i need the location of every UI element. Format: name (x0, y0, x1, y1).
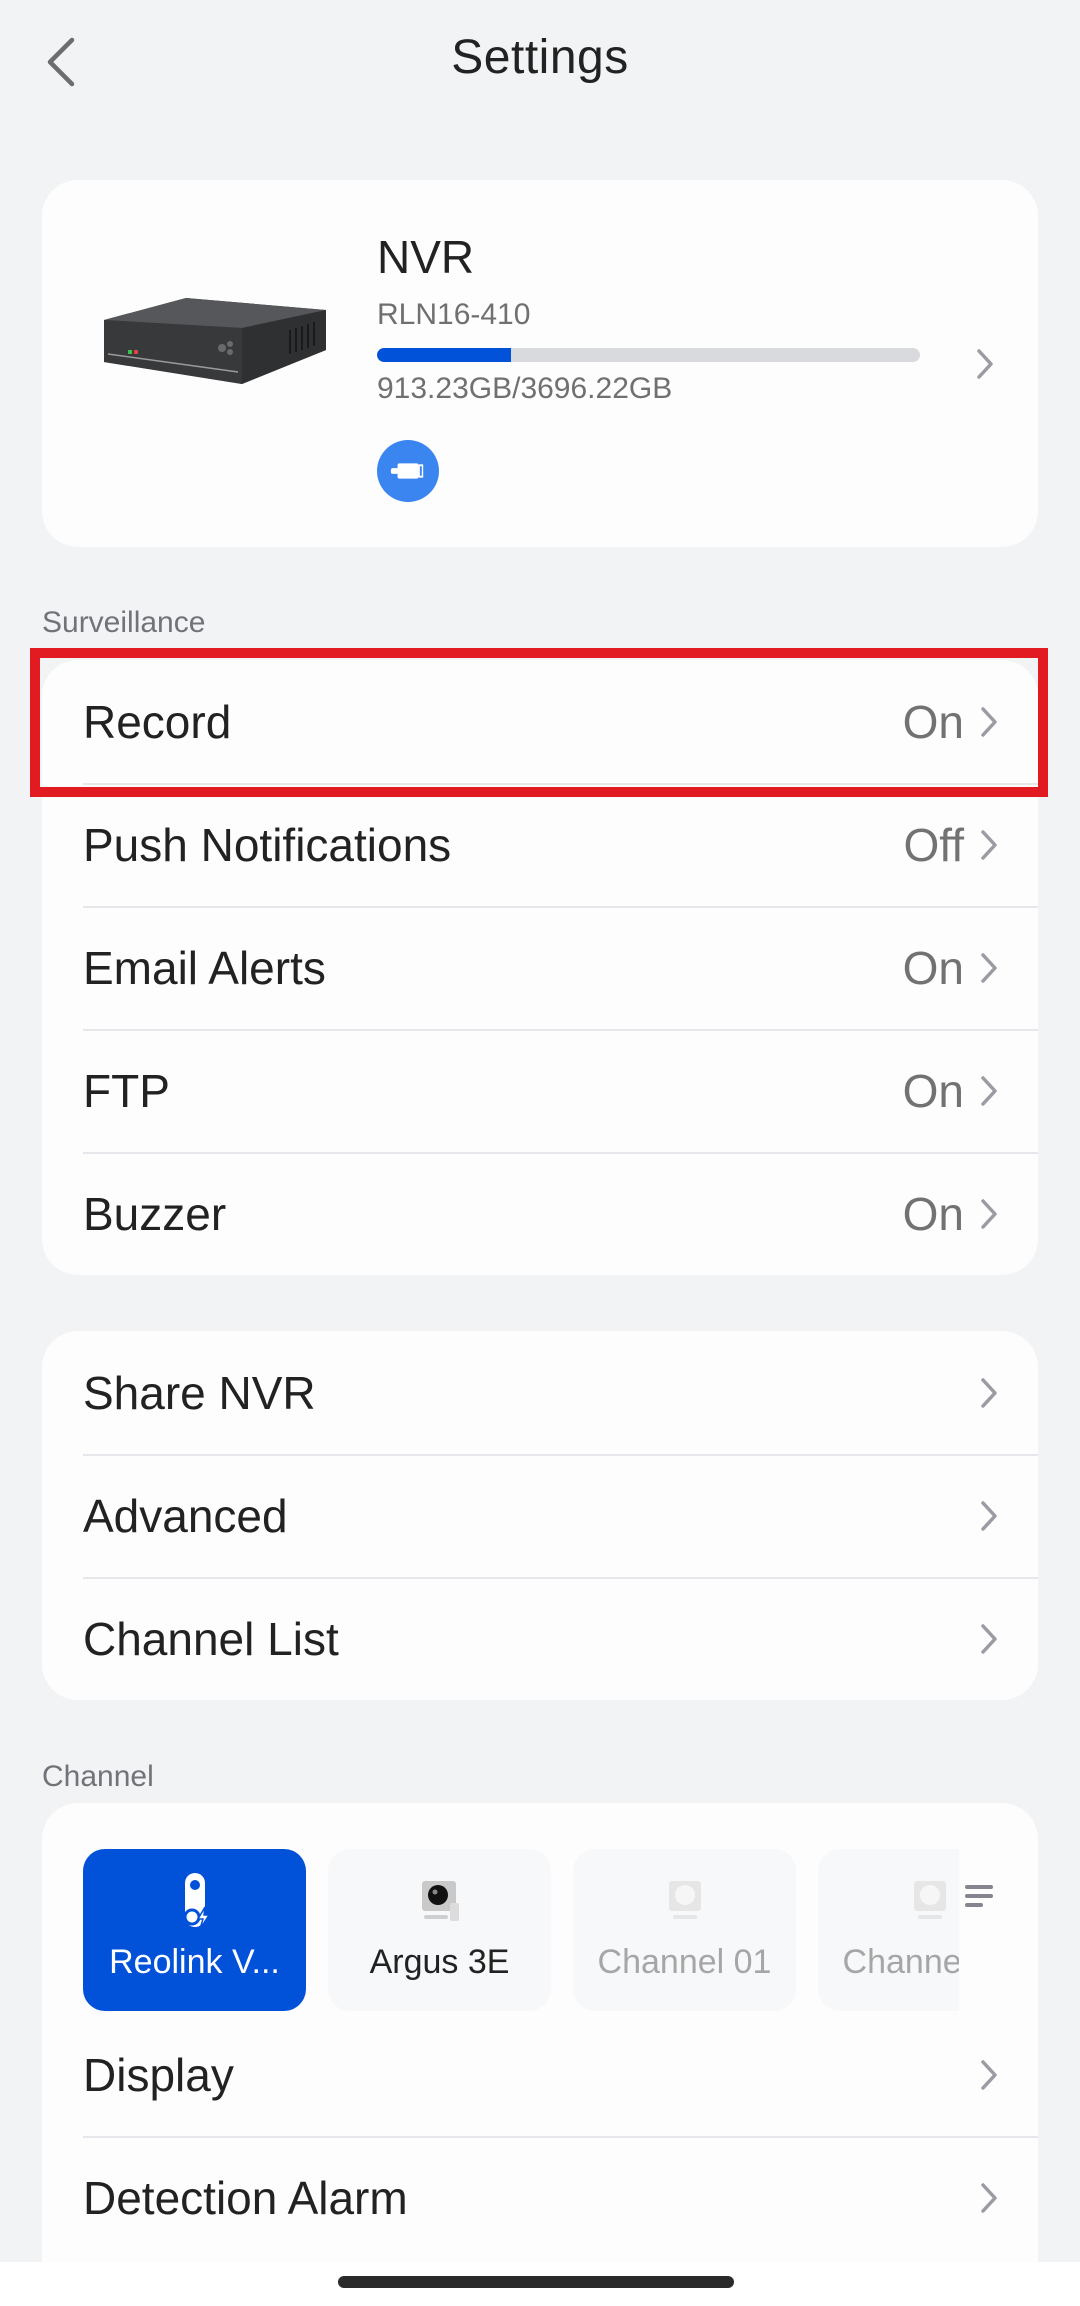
device-name: NVR (377, 231, 475, 283)
list-menu-icon[interactable] (962, 1879, 996, 1913)
section-label-channel: Channel (42, 1760, 154, 1793)
chevron-right-icon (981, 1075, 997, 1106)
doorbell-battery-icon (183, 1873, 210, 1930)
settings-row-channel-list[interactable]: Channel List (42, 1577, 1038, 1700)
channel-chip[interactable]: Argus 3E (328, 1849, 551, 2011)
row-label: FTP (83, 1064, 170, 1117)
storage-usage-text: 913.23GB/3696.22GB (377, 372, 673, 405)
chevron-right-icon (977, 349, 993, 379)
nvr-device-icon (104, 298, 326, 384)
chevron-right-icon (981, 952, 997, 983)
page-title: Settings (451, 31, 629, 84)
channel-selector: Reolink V... Argus 3E Channel 01 Channel (42, 1803, 1038, 2013)
row-label: Advanced (83, 1489, 288, 1542)
general-card: Share NVR Advanced Channel List (42, 1331, 1038, 1700)
row-label: Buzzer (83, 1187, 227, 1240)
chevron-right-icon (981, 706, 997, 737)
camera-offline-icon (668, 1881, 701, 1919)
chip-label: Argus 3E (369, 1943, 510, 1981)
chevron-right-icon (981, 1500, 997, 1531)
connection-badge (377, 440, 439, 502)
channel-chip[interactable]: Channel 01 (573, 1849, 796, 2011)
surveillance-card: Record On Push Notifications Off Email A… (42, 660, 1038, 1275)
storage-progress-fill (377, 348, 512, 362)
chip-label: Channel 01 (597, 1943, 772, 1981)
channel-chip-selected[interactable]: Reolink V... (83, 1849, 306, 2011)
row-label: Share NVR (83, 1366, 316, 1419)
top-nav-bar: Settings (0, 0, 1080, 130)
settings-row-ftp[interactable]: FTP On (42, 1029, 1038, 1152)
chevron-right-icon (981, 1377, 997, 1408)
settings-row-advanced[interactable]: Advanced (42, 1454, 1038, 1577)
row-label: Push Notifications (83, 818, 452, 871)
device-model: RLN16-410 (377, 298, 531, 331)
settings-row-email-alerts[interactable]: Email Alerts On (42, 906, 1038, 1029)
settings-row-push-notifications[interactable]: Push Notifications Off (42, 783, 1038, 906)
settings-row-share-nvr[interactable]: Share NVR (42, 1331, 1038, 1454)
settings-row-record[interactable]: Record On (42, 660, 1038, 783)
settings-row-display[interactable]: Display (42, 2013, 1038, 2136)
settings-row-detection-alarm[interactable]: Detection Alarm (42, 2136, 1038, 2259)
row-value: On (902, 695, 964, 748)
row-label: Display (83, 2048, 234, 2101)
chevron-right-icon (981, 1198, 997, 1229)
system-bottom-bar (0, 2262, 1080, 2306)
home-indicator[interactable] (338, 2276, 734, 2288)
chevron-right-icon (981, 2059, 997, 2090)
chevron-right-icon (981, 829, 997, 860)
row-value: Off (903, 818, 964, 871)
row-label: Channel List (83, 1612, 339, 1665)
row-label: Detection Alarm (83, 2171, 408, 2224)
channel-card: Reolink V... Argus 3E Channel 01 Channel… (42, 1803, 1038, 2306)
row-value: On (902, 1064, 964, 1117)
chevron-right-icon (981, 2182, 997, 2213)
storage-progress-bar (377, 348, 920, 362)
camera-offline-icon (913, 1881, 946, 1919)
battery-camera-icon (421, 1881, 459, 1921)
row-value: On (902, 1187, 964, 1240)
chevron-right-icon (981, 1623, 997, 1654)
row-value: On (902, 941, 964, 994)
chip-strip-fade (959, 1849, 997, 2011)
row-label: Record (83, 695, 232, 748)
device-card[interactable]: NVR RLN16-410 913.23GB/3696.22GB (42, 180, 1038, 547)
settings-row-buzzer[interactable]: Buzzer On (42, 1152, 1038, 1275)
row-label: Email Alerts (83, 941, 326, 994)
section-label-surveillance: Surveillance (42, 606, 206, 639)
ethernet-cable-icon (390, 463, 424, 479)
chip-label: Reolink V... (109, 1943, 280, 1981)
channel-chip-strip[interactable]: Reolink V... Argus 3E Channel 01 Channel (83, 1849, 997, 2011)
